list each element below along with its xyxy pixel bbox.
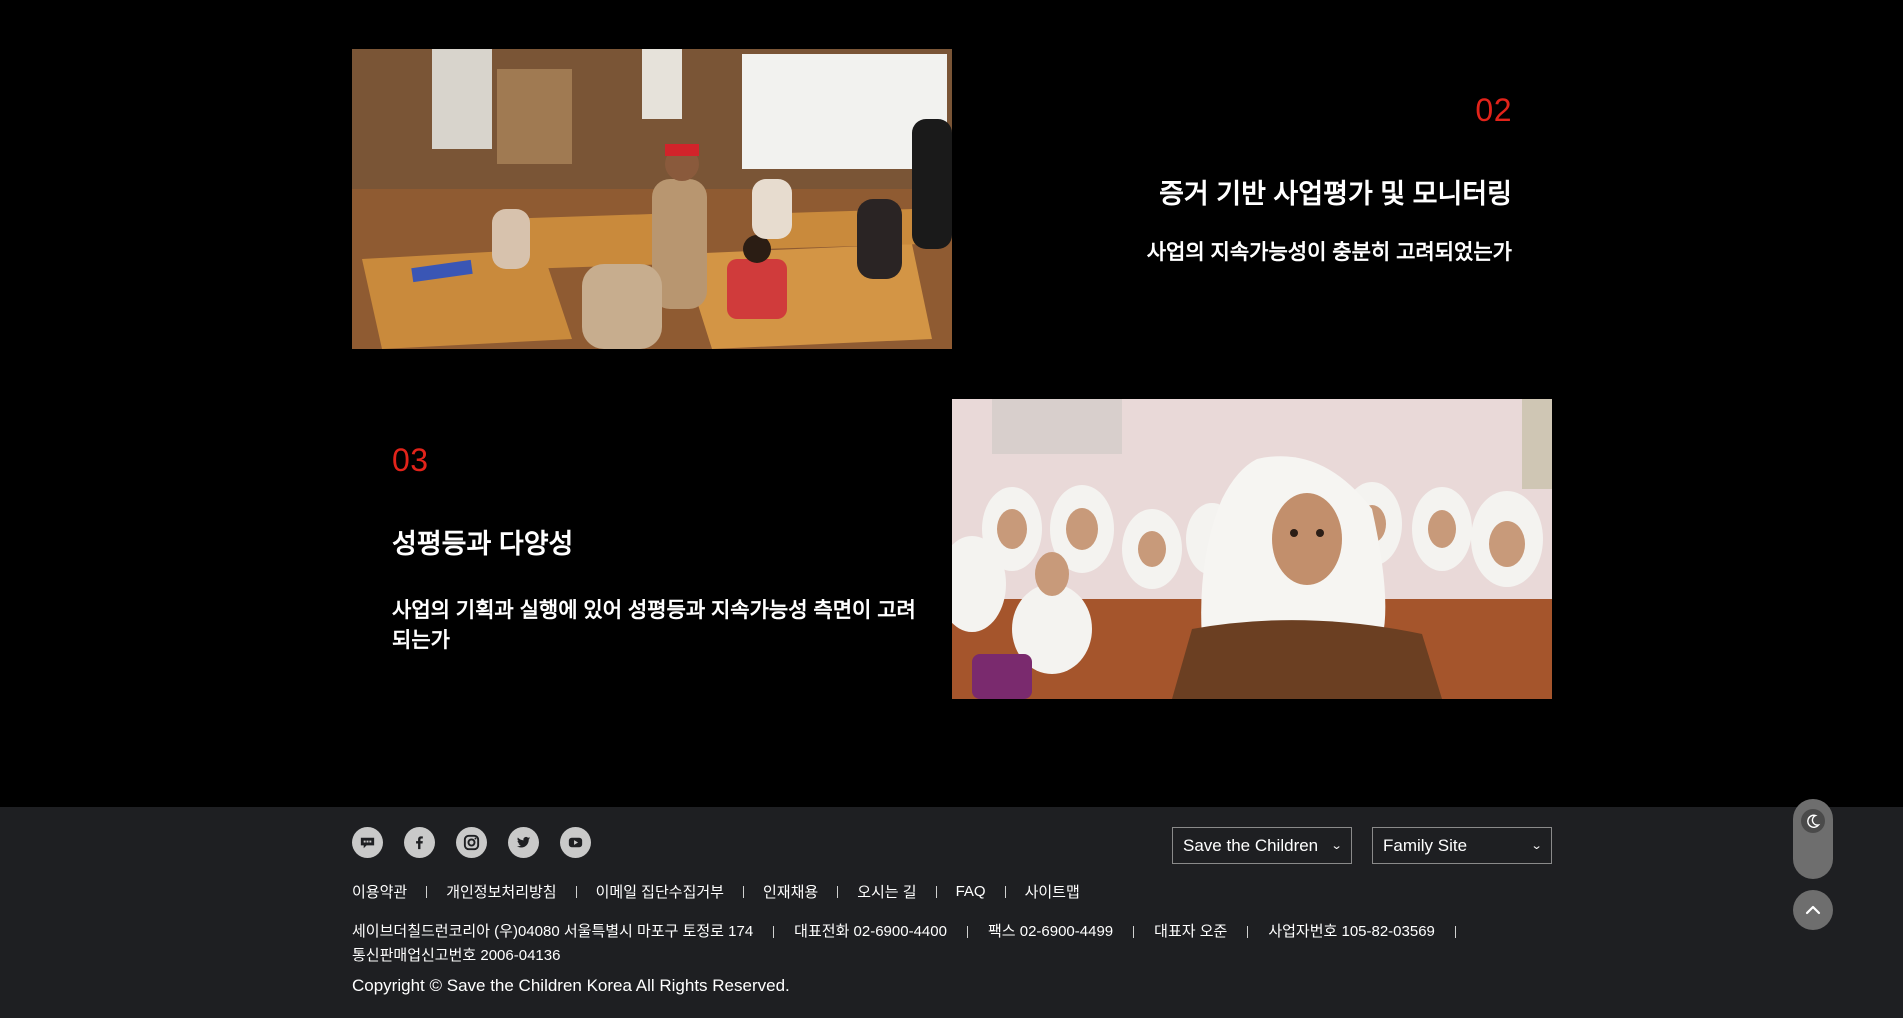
divider xyxy=(773,926,775,938)
section-02: 02 증거 기반 사업평가 및 모니터링 사업의 지속가능성이 충분히 고려되었… xyxy=(1000,90,1512,268)
section-number: 03 xyxy=(392,442,429,478)
section-description: 사업의 기획과 실행에 있어 성평등과 지속가능성 측면이 고려되는가 xyxy=(392,599,916,652)
faq-link[interactable]: FAQ xyxy=(956,883,986,900)
recruit-link[interactable]: 인재채용 xyxy=(763,881,818,902)
divider xyxy=(1133,926,1135,938)
section-title: 성평등과 다양성 xyxy=(392,529,574,559)
scroll-top-button[interactable] xyxy=(1793,890,1833,930)
divider xyxy=(1247,926,1249,938)
divider xyxy=(837,885,839,898)
dark-mode-toggle[interactable] xyxy=(1793,799,1833,879)
social-links xyxy=(352,827,591,858)
terms-link[interactable]: 이용약관 xyxy=(352,881,407,902)
twitter-icon[interactable] xyxy=(508,827,539,858)
fax-number: 팩스 02-6900-4499 xyxy=(987,923,1114,940)
classroom-photo xyxy=(352,49,952,349)
ceo-name: 대표자 오준 xyxy=(1154,923,1228,940)
section-description: 사업의 지속가능성이 충분히 고려되었는가 xyxy=(1146,241,1512,264)
footer: Save the Children ⌄ Family Site ⌄ 이용약관 개… xyxy=(0,807,1903,1018)
students-photo xyxy=(952,399,1552,699)
sitemap-link[interactable]: 사이트맵 xyxy=(1025,881,1080,902)
kakao-talk-icon[interactable] xyxy=(352,827,383,858)
divider xyxy=(742,885,744,898)
chevron-down-icon: ⌄ xyxy=(1330,840,1343,852)
select-value: Save the Children xyxy=(1183,835,1319,855)
company-info: 세이브더칠드런코리아 (우)04080 서울특별시 마포구 토정로 174 대표… xyxy=(352,920,1502,968)
instagram-icon[interactable] xyxy=(456,827,487,858)
moon-icon xyxy=(1801,809,1825,833)
divider xyxy=(1004,885,1006,898)
divider xyxy=(966,926,968,938)
org-address: 세이브더칠드런코리아 (우)04080 서울특별시 마포구 토정로 174 xyxy=(352,923,754,940)
phone-number: 대표전화 02-6900-4400 xyxy=(794,923,947,940)
directions-link[interactable]: 오시는 길 xyxy=(857,881,916,902)
chevron-up-icon xyxy=(1805,905,1821,915)
privacy-link[interactable]: 개인정보처리방침 xyxy=(446,881,556,902)
youtube-icon[interactable] xyxy=(560,827,591,858)
select-value: Family Site xyxy=(1383,835,1468,855)
footer-links: 이용약관 개인정보처리방침 이메일 집단수집거부 인재채용 오시는 길 FAQ … xyxy=(352,881,1080,902)
chevron-down-icon: ⌄ xyxy=(1530,840,1543,852)
section-number: 02 xyxy=(1475,92,1512,128)
main-content: 02 증거 기반 사업평가 및 모니터링 사업의 지속가능성이 충분히 고려되었… xyxy=(0,0,1903,807)
email-refusal-link[interactable]: 이메일 집단수집거부 xyxy=(596,881,724,902)
divider xyxy=(935,885,937,898)
section-03: 03 성평등과 다양성 사업의 기획과 실행에 있어 성평등과 지속가능성 측면… xyxy=(392,440,932,656)
business-number: 사업자번호 105-82-03569 xyxy=(1268,923,1435,940)
family-site-select[interactable]: Family Site ⌄ xyxy=(1372,827,1552,864)
divider xyxy=(575,885,577,898)
mail-order-number: 통신판매업신고번호 2006-04136 xyxy=(352,947,561,964)
copyright: Copyright © Save the Children Korea All … xyxy=(352,976,790,995)
facebook-icon[interactable] xyxy=(404,827,435,858)
save-the-children-select[interactable]: Save the Children ⌄ xyxy=(1172,827,1352,864)
divider xyxy=(426,885,428,898)
divider xyxy=(1454,926,1456,938)
section-title: 증거 기반 사업평가 및 모니터링 xyxy=(1159,179,1512,209)
